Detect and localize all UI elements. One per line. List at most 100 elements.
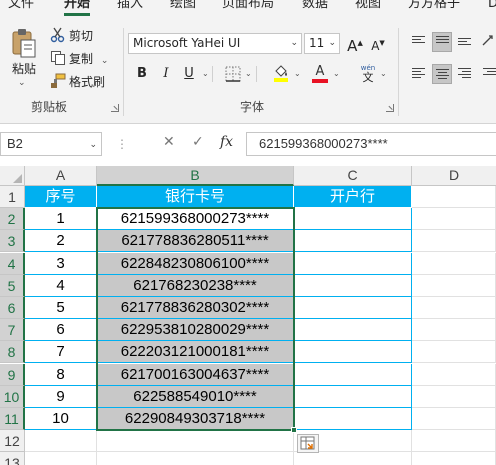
row-header[interactable]: 4 (0, 252, 25, 275)
row-header[interactable]: 2 (0, 208, 25, 231)
empty-cell[interactable] (412, 430, 496, 453)
tab-file[interactable]: 文件 (8, 0, 34, 12)
italic-button[interactable]: I (157, 64, 175, 84)
phonetic-guide-button[interactable]: wén 文 (356, 64, 380, 86)
empty-cell[interactable] (25, 452, 97, 465)
font-name-select[interactable]: Microsoft YaHei UI ⌄ (128, 33, 302, 54)
empty-cell[interactable] (412, 186, 496, 208)
seq-cell[interactable]: 3 (25, 252, 97, 275)
empty-cell[interactable] (412, 408, 496, 430)
seq-cell[interactable]: 4 (25, 274, 97, 297)
increase-font-size-button[interactable]: A▲ (346, 33, 364, 55)
empty-cell[interactable] (412, 274, 496, 297)
align-center-button[interactable] (432, 64, 452, 84)
fill-handle[interactable] (291, 427, 297, 434)
card-number-cell[interactable]: 621778836280302**** (97, 297, 294, 319)
bank-cell[interactable] (294, 208, 412, 231)
empty-cell[interactable] (412, 452, 496, 465)
align-left-button[interactable] (409, 64, 429, 84)
bank-cell[interactable] (294, 297, 412, 319)
empty-cell[interactable] (25, 430, 97, 453)
row-header[interactable]: 12 (0, 430, 25, 453)
row-header[interactable]: 11 (0, 408, 25, 430)
chevron-down-icon[interactable]: ⌄ (294, 69, 301, 78)
format-painter-button[interactable]: 格式刷 (50, 72, 105, 92)
align-bottom-button[interactable] (455, 32, 475, 52)
row-header[interactable]: 5 (0, 274, 25, 297)
row-header[interactable]: 7 (0, 319, 25, 342)
seq-cell[interactable]: 8 (25, 363, 97, 386)
tab-view[interactable]: 视图 (355, 0, 381, 12)
font-size-select[interactable]: 11 ⌄ (304, 33, 340, 54)
chevron-down-icon[interactable]: ⌄ (380, 69, 387, 78)
formula-input[interactable]: 621599368000273**** (246, 132, 496, 156)
bank-cell[interactable] (294, 319, 412, 342)
bank-cell[interactable] (294, 274, 412, 297)
empty-cell[interactable] (412, 363, 496, 386)
underline-button[interactable]: U (180, 64, 198, 84)
card-number-cell[interactable]: 622953810280029**** (97, 319, 294, 342)
row-header[interactable]: 13 (0, 452, 25, 465)
seq-cell[interactable]: 5 (25, 297, 97, 319)
tab-insert[interactable]: 插入 (117, 0, 143, 12)
header-cell[interactable]: 序号 (25, 186, 97, 208)
bank-cell[interactable] (294, 408, 412, 430)
bank-cell[interactable] (294, 341, 412, 364)
font-dialog-launcher-icon[interactable] (386, 104, 394, 112)
card-number-cell[interactable]: 622588549010**** (97, 385, 294, 408)
chevron-down-icon[interactable]: ⌄ (18, 78, 26, 88)
align-right-button[interactable] (455, 64, 475, 84)
column-header-a[interactable]: A (25, 166, 97, 186)
paste-button[interactable]: 粘贴 ⌄ (4, 26, 44, 96)
orientation-button[interactable] (480, 32, 496, 52)
align-top-button[interactable] (409, 32, 429, 52)
chevron-down-icon[interactable]: ⌄ (202, 69, 209, 78)
indent-button[interactable] (480, 64, 496, 84)
clipboard-dialog-launcher-icon[interactable] (111, 104, 119, 112)
card-number-cell[interactable]: 622203121000181**** (97, 341, 294, 364)
name-box[interactable]: B2 ⌄ (0, 132, 102, 156)
font-color-button[interactable]: A (311, 62, 329, 83)
empty-cell[interactable] (412, 252, 496, 275)
empty-cell[interactable] (97, 430, 294, 453)
empty-cell[interactable] (412, 341, 496, 364)
empty-cell[interactable] (294, 452, 412, 465)
empty-cell[interactable] (412, 208, 496, 231)
seq-cell[interactable]: 9 (25, 385, 97, 408)
card-number-cell[interactable]: 621778836280511**** (97, 230, 294, 253)
row-header[interactable]: 10 (0, 385, 25, 408)
seq-cell[interactable]: 1 (25, 208, 97, 231)
header-cell[interactable]: 开户行 (294, 186, 412, 208)
column-header-c[interactable]: C (294, 166, 412, 186)
card-number-cell[interactable]: 621599368000273**** (97, 208, 294, 231)
decrease-font-size-button[interactable]: A▼ (369, 33, 387, 53)
row-header[interactable]: 8 (0, 341, 25, 364)
card-number-cell[interactable]: 621700163004637**** (97, 363, 294, 386)
empty-cell[interactable] (97, 452, 294, 465)
row-header[interactable]: 6 (0, 297, 25, 319)
seq-cell[interactable]: 7 (25, 341, 97, 364)
cancel-icon[interactable]: ✕ (163, 134, 175, 150)
header-cell[interactable]: 银行卡号 (97, 186, 294, 208)
fill-color-button[interactable] (272, 64, 290, 84)
column-header-b[interactable]: B (97, 166, 294, 186)
seq-cell[interactable]: 6 (25, 319, 97, 342)
tab-home[interactable]: 开始 (64, 0, 90, 12)
bank-cell[interactable] (294, 363, 412, 386)
chevron-down-icon[interactable]: ⌄ (101, 56, 109, 66)
bank-cell[interactable] (294, 230, 412, 253)
tab-draw[interactable]: 绘图 (170, 0, 196, 12)
formula-bar-grip-icon[interactable]: ⋮ (116, 136, 128, 152)
enter-icon[interactable]: ✓ (192, 134, 204, 150)
tab-data[interactable]: 数据 (302, 0, 328, 12)
tab-page-layout[interactable]: 页面布局 (222, 0, 274, 12)
bold-button[interactable]: B (133, 64, 151, 84)
quick-analysis-button[interactable] (297, 434, 319, 454)
copy-button[interactable]: 复制 ⌄ (50, 49, 108, 69)
cut-button[interactable]: 剪切 (50, 26, 93, 46)
card-number-cell[interactable]: 621768230238**** (97, 274, 294, 297)
seq-cell[interactable]: 10 (25, 408, 97, 430)
card-number-cell[interactable]: 622848230806100**** (97, 252, 294, 275)
select-all-button[interactable] (0, 166, 25, 186)
card-number-cell[interactable]: 62290849303718**** (97, 408, 294, 430)
